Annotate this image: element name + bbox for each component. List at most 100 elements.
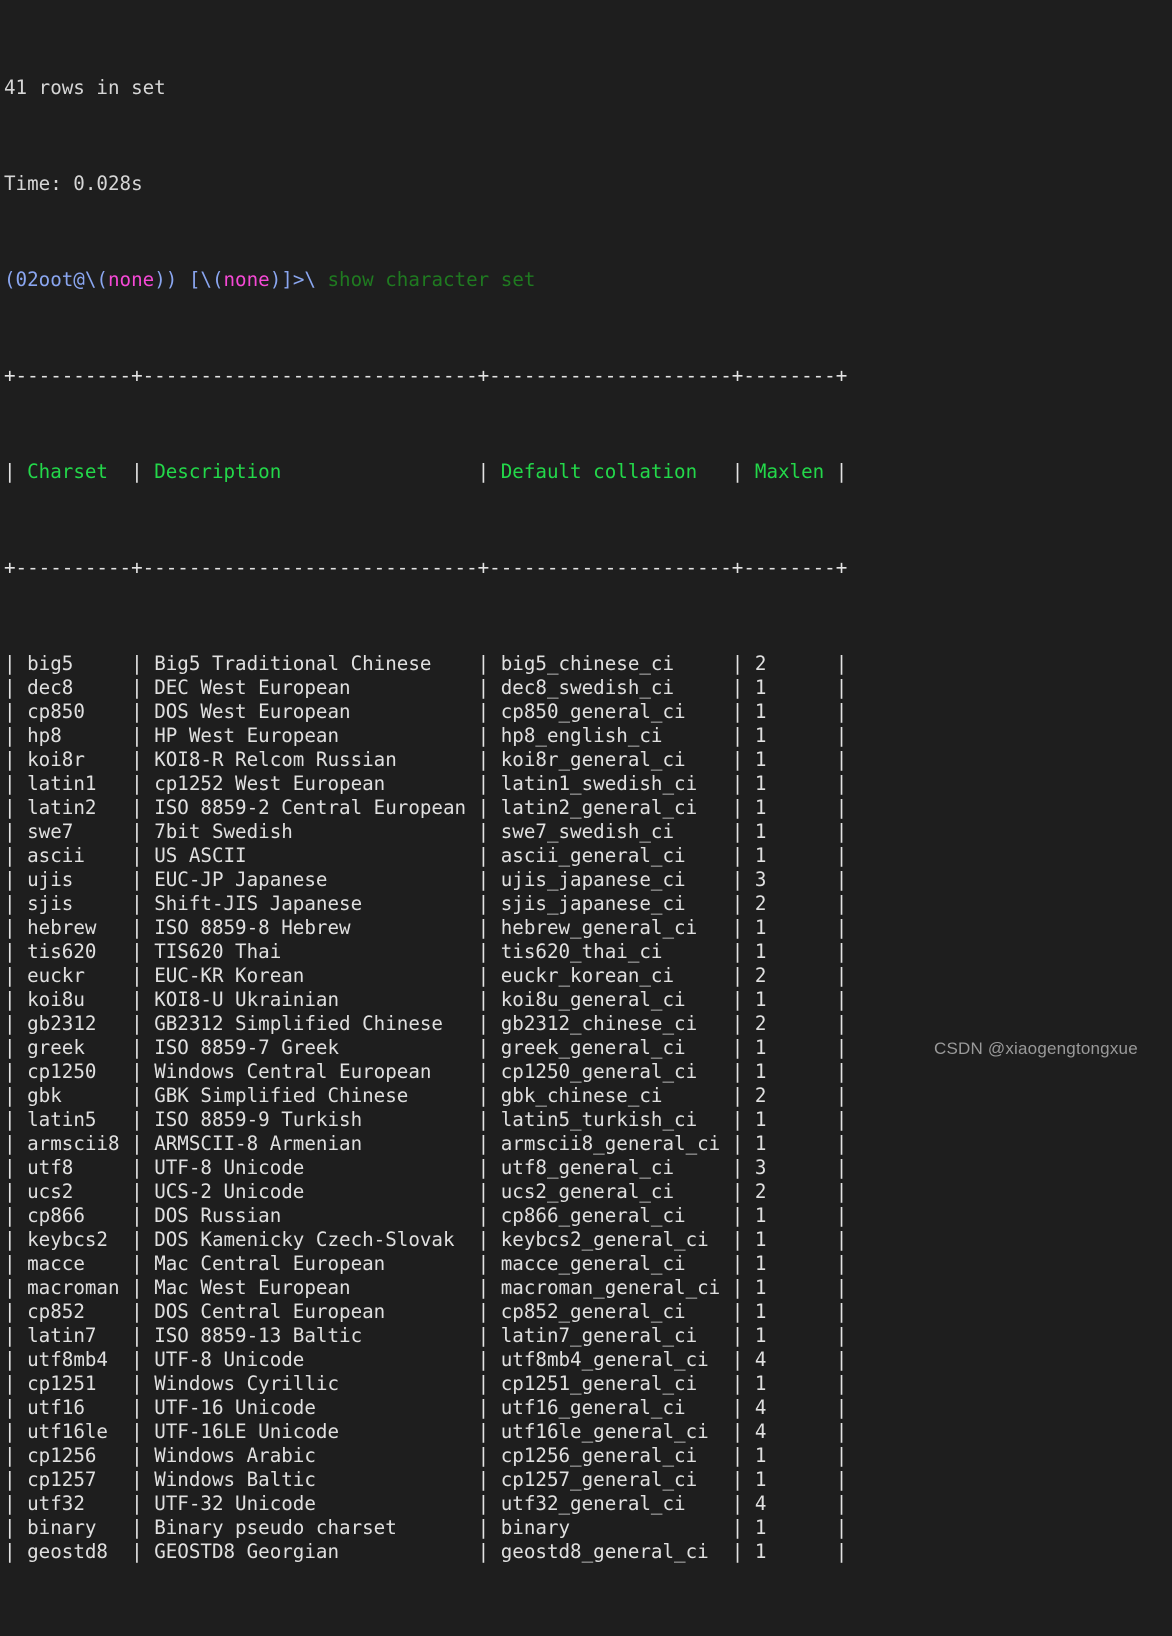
table-cell-divider: |	[477, 748, 501, 771]
cell-charset: cp1251	[27, 1372, 132, 1395]
table-cell-divider: |	[131, 1156, 155, 1179]
cell-description: ISO 8859-8 Hebrew	[154, 916, 478, 939]
table-cell-divider: |	[835, 1540, 848, 1563]
table-cell-divider: |	[731, 1324, 755, 1347]
table-cell-divider: |	[835, 964, 848, 987]
table-cell-divider: |	[731, 652, 755, 675]
table-cell-divider: |	[731, 1300, 755, 1323]
table-row: | ucs2 | UCS-2 Unicode | ucs2_general_ci…	[4, 1180, 847, 1204]
cell-charset: utf16	[27, 1396, 132, 1419]
table-cell-divider: |	[4, 1396, 28, 1419]
table-cell-divider: |	[835, 748, 848, 771]
cell-description: GB2312 Simplified Chinese	[154, 1012, 478, 1035]
table-cell-divider: |	[731, 700, 755, 723]
prompt-line[interactable]: (02oot@\(none)) [\(none)]>\ show charact…	[4, 268, 847, 292]
table-cell-divider: |	[131, 1492, 155, 1515]
table-cell-divider: |	[4, 1516, 28, 1539]
table-cell-divider: |	[4, 700, 28, 723]
table-cell-divider: |	[731, 892, 755, 915]
table-cell-divider: |	[731, 1348, 755, 1371]
table-cell-divider: |	[731, 1372, 755, 1395]
table-row: | geostd8 | GEOSTD8 Georgian | geostd8_g…	[4, 1540, 847, 1564]
cell-collation: latin2_general_ci	[500, 796, 732, 819]
cell-collation: cp1256_general_ci	[500, 1444, 732, 1467]
cell-description: UCS-2 Unicode	[154, 1180, 478, 1203]
cell-description: Shift-JIS Japanese	[154, 892, 478, 915]
cell-charset: keybcs2	[27, 1228, 132, 1251]
table-cell-divider: |	[477, 1180, 501, 1203]
cell-description: EUC-JP Japanese	[154, 868, 478, 891]
table-cell-divider: |	[4, 1468, 28, 1491]
cell-description: GBK Simplified Chinese	[154, 1084, 478, 1107]
table-cell-divider: |	[731, 868, 755, 891]
table-cell-divider: |	[731, 1108, 755, 1131]
table-cell-divider: |	[131, 844, 155, 867]
cell-maxlen: 1	[754, 700, 836, 723]
cell-maxlen: 1	[754, 1132, 836, 1155]
cell-collation: utf8_general_ci	[500, 1156, 732, 1179]
table-row: | gbk | GBK Simplified Chinese | gbk_chi…	[4, 1084, 847, 1108]
cell-collation: hebrew_general_ci	[500, 916, 732, 939]
cell-collation: utf32_general_ci	[500, 1492, 732, 1515]
cell-collation: tis620_thai_ci	[500, 940, 732, 963]
table-cell-divider: |	[4, 460, 28, 483]
table-cell-divider: |	[477, 1132, 501, 1155]
table-cell-divider: |	[835, 772, 848, 795]
cell-description: Binary pseudo charset	[154, 1516, 478, 1539]
table-cell-divider: |	[131, 1468, 155, 1491]
cell-collation: cp1250_general_ci	[500, 1060, 732, 1083]
cell-collation: euckr_korean_ci	[500, 964, 732, 987]
table-cell-divider: |	[731, 1252, 755, 1275]
table-cell-divider: |	[131, 1060, 155, 1083]
table-cell-divider: |	[4, 1540, 28, 1563]
table-cell-divider: |	[835, 724, 848, 747]
table-cell-divider: |	[731, 844, 755, 867]
table-cell-divider: |	[131, 700, 155, 723]
table-cell-divider: |	[4, 868, 28, 891]
table-cell-divider: |	[731, 1492, 755, 1515]
cell-collation: geostd8_general_ci	[500, 1540, 732, 1563]
cell-charset: dec8	[27, 676, 132, 699]
table-cell-divider: |	[4, 652, 28, 675]
table-cell-divider: |	[477, 820, 501, 843]
cell-collation: dec8_swedish_ci	[500, 676, 732, 699]
cell-description: UTF-16 Unicode	[154, 1396, 478, 1419]
cell-charset: macroman	[27, 1276, 132, 1299]
cell-charset: hebrew	[27, 916, 132, 939]
table-cell-divider: |	[731, 1276, 755, 1299]
cell-maxlen: 2	[754, 892, 836, 915]
table-row: | hebrew | ISO 8859-8 Hebrew | hebrew_ge…	[4, 916, 847, 940]
cell-charset: utf16le	[27, 1420, 132, 1443]
cell-charset: cp1250	[27, 1060, 132, 1083]
cell-charset: cp1256	[27, 1444, 132, 1467]
header-cells: | Charset | Description | Default collat…	[4, 460, 847, 483]
table-cell-divider: |	[477, 988, 501, 1011]
table-cell-divider: |	[835, 1012, 848, 1035]
table-row: | cp852 | DOS Central European | cp852_g…	[4, 1300, 847, 1324]
table-cell-divider: |	[835, 1180, 848, 1203]
table-cell-divider: |	[131, 1108, 155, 1131]
table-row: | tis620 | TIS620 Thai | tis620_thai_ci …	[4, 940, 847, 964]
table-cell-divider: |	[131, 1252, 155, 1275]
cell-collation: latin5_turkish_ci	[500, 1108, 732, 1131]
table-cell-divider: |	[131, 964, 155, 987]
table-cell-divider: |	[477, 1348, 501, 1371]
table-cell-divider: |	[4, 988, 28, 1011]
table-cell-divider: |	[4, 964, 28, 987]
rows-in-set-line: 41 rows in set	[4, 76, 847, 100]
cell-maxlen: 4	[754, 1420, 836, 1443]
table-cell-divider: |	[477, 772, 501, 795]
cell-description: Windows Baltic	[154, 1468, 478, 1491]
table-cell-divider: |	[835, 1084, 848, 1107]
cell-charset: sjis	[27, 892, 132, 915]
table-row: | macce | Mac Central European | macce_g…	[4, 1252, 847, 1276]
table-cell-divider: |	[477, 916, 501, 939]
table-cell-divider: |	[131, 1372, 155, 1395]
terminal-window[interactable]: 41 rows in set Time: 0.028s (02oot@\(non…	[0, 0, 1172, 1563]
table-cell-divider: |	[131, 772, 155, 795]
table-cell-divider: |	[731, 1228, 755, 1251]
cell-charset: latin5	[27, 1108, 132, 1131]
command-input[interactable]: show character set	[327, 268, 535, 291]
prompt-middle: )) [\(	[154, 268, 224, 291]
cell-collation: keybcs2_general_ci	[500, 1228, 732, 1251]
